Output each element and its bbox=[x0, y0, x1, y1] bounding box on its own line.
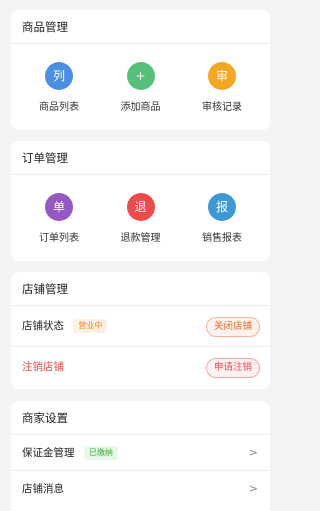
refund-management-icon: 退 bbox=[126, 193, 155, 221]
product-list-icon: 列 bbox=[45, 62, 73, 90]
add-product-icon: + bbox=[126, 62, 155, 90]
order-management-card: 订单管理 单 订单列表 退 退款管理 报 销售报表 bbox=[11, 141, 270, 261]
store-management-title: 店铺管理 bbox=[11, 272, 270, 306]
store-status-badge: 营业中 bbox=[73, 319, 108, 333]
store-status-row: 店铺状态 营业中 关闭店铺 bbox=[11, 306, 270, 347]
deposit-management-label: 保证金管理 bbox=[22, 447, 75, 459]
review-records-label: 审核记录 bbox=[202, 102, 242, 113]
order-menu-grid: 单 订单列表 退 退款管理 报 销售报表 bbox=[11, 175, 270, 244]
order-list-label: 订单列表 bbox=[39, 233, 79, 244]
merchant-settings-card: 商家设置 保证金管理 已缴纳 > 店铺消息 > bbox=[11, 401, 270, 511]
sales-report-button[interactable]: 报 销售报表 bbox=[184, 193, 260, 244]
product-list-label: 商品列表 bbox=[39, 102, 79, 113]
cancel-store-row: 注销店铺 申请注销 bbox=[11, 347, 270, 388]
add-product-button[interactable]: + 添加商品 bbox=[103, 62, 179, 113]
product-management-title: 商品管理 bbox=[11, 10, 270, 44]
deposit-status-badge: 已缴纳 bbox=[83, 446, 118, 460]
refund-management-label: 退款管理 bbox=[120, 233, 161, 244]
review-records-icon: 审 bbox=[208, 62, 236, 90]
apply-cancel-button[interactable]: 申请注销 bbox=[205, 358, 260, 378]
chevron-right-icon: > bbox=[248, 446, 258, 459]
product-menu-grid: 列 商品列表 + 添加商品 审 审核记录 bbox=[11, 44, 270, 113]
close-store-button[interactable]: 关闭店铺 bbox=[205, 317, 260, 337]
review-records-button[interactable]: 审 审核记录 bbox=[184, 62, 260, 113]
merchant-settings-title: 商家设置 bbox=[11, 401, 270, 435]
deposit-management-row[interactable]: 保证金管理 已缴纳 > bbox=[11, 435, 270, 471]
store-messages-label: 店铺消息 bbox=[22, 483, 64, 495]
product-management-card: 商品管理 列 商品列表 + 添加商品 审 审核记录 bbox=[11, 10, 270, 130]
product-list-button[interactable]: 列 商品列表 bbox=[21, 62, 97, 113]
store-messages-row[interactable]: 店铺消息 > bbox=[11, 471, 270, 507]
order-list-button[interactable]: 单 订单列表 bbox=[21, 193, 97, 244]
sales-report-label: 销售报表 bbox=[202, 233, 242, 244]
refund-management-button[interactable]: 退 退款管理 bbox=[103, 193, 179, 244]
cancel-store-label: 注销店铺 bbox=[22, 361, 64, 373]
store-management-card: 店铺管理 店铺状态 营业中 关闭店铺 注销店铺 申请注销 bbox=[11, 272, 270, 389]
order-list-icon: 单 bbox=[45, 193, 73, 221]
add-product-label: 添加商品 bbox=[120, 102, 161, 113]
sales-report-icon: 报 bbox=[208, 193, 236, 221]
order-management-title: 订单管理 bbox=[11, 141, 270, 175]
store-status-label: 店铺状态 bbox=[22, 320, 64, 332]
chevron-right-icon: > bbox=[248, 482, 258, 495]
